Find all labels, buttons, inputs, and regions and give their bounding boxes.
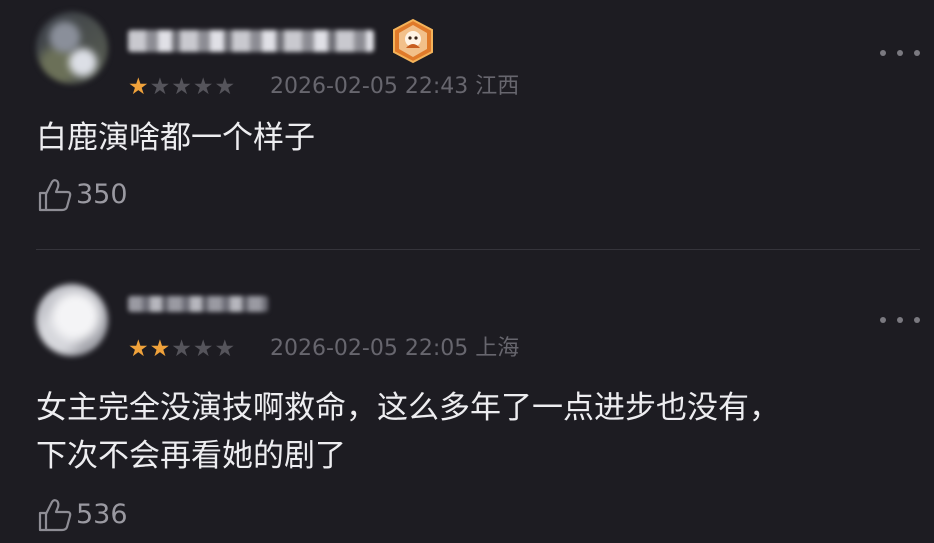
avatar[interactable] xyxy=(36,12,108,84)
more-dots-icon[interactable] xyxy=(880,314,920,326)
comment-date: 2026-02-05 22:05 xyxy=(270,336,469,361)
like-button[interactable]: 350 xyxy=(36,176,128,214)
rating-stars: ★ ★ ★ ★ ★ xyxy=(128,336,235,362)
comment-date: 2026-02-05 22:43 xyxy=(270,74,469,99)
star-icon: ★ xyxy=(149,336,171,362)
comment-location: 上海 xyxy=(475,336,520,361)
star-icon: ★ xyxy=(192,74,214,100)
rating-stars: ★ ★ ★ ★ ★ xyxy=(128,74,235,100)
star-icon: ★ xyxy=(149,74,171,100)
star-icon: ★ xyxy=(171,336,192,362)
comment-list: ★ ★ ★ ★ ★ 2026-02-05 22:43 江西 白鹿演啥都一个样子 350 … xyxy=(0,0,934,543)
like-button[interactable]: 536 xyxy=(36,496,128,534)
comment-meta: 2026-02-05 22:43 江西 xyxy=(270,74,519,100)
star-icon: ★ xyxy=(214,74,236,100)
comment-meta: 2026-02-05 22:05 上海 xyxy=(270,336,519,362)
thumbs-up-icon xyxy=(38,179,72,212)
comment-text-line: 白鹿演啥都一个样子 xyxy=(36,120,315,156)
avatar[interactable] xyxy=(36,284,108,356)
star-icon: ★ xyxy=(128,336,149,362)
like-count: 350 xyxy=(76,179,128,210)
comment-item: ★ ★ ★ ★ ★ 2026-02-05 22:05 上海 女主完全没演技啊救命，这么多… xyxy=(0,250,934,543)
comment-text: 女主完全没演技啊救命，这么多年了一点进步也没有， 下次不会再看她的剧了 xyxy=(36,384,906,480)
star-icon: ★ xyxy=(128,74,149,100)
star-icon: ★ xyxy=(192,336,214,362)
comment-text-line: 女主完全没演技啊救命，这么多年了一点进步也没有， xyxy=(36,390,780,426)
comment-item: ★ ★ ★ ★ ★ 2026-02-05 22:43 江西 白鹿演啥都一个样子 350 xyxy=(0,0,934,249)
more-dots-icon[interactable] xyxy=(880,47,920,59)
level-badge-icon xyxy=(393,18,433,64)
star-icon: ★ xyxy=(171,74,192,100)
star-icon: ★ xyxy=(214,336,236,362)
comment-text-line: 下次不会再看她的剧了 xyxy=(36,438,346,474)
like-count: 536 xyxy=(76,499,128,530)
username-blurred[interactable] xyxy=(128,296,268,312)
comment-location: 江西 xyxy=(475,74,520,99)
username-blurred[interactable] xyxy=(128,30,374,52)
thumbs-up-icon xyxy=(38,499,72,532)
comment-text: 白鹿演啥都一个样子 xyxy=(36,114,906,162)
